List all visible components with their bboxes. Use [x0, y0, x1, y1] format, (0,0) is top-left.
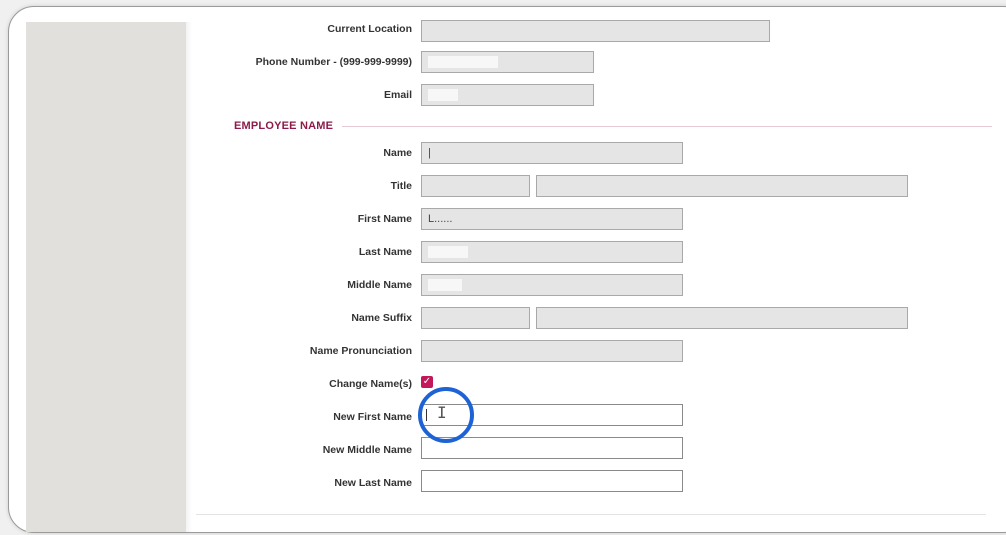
redacted-value	[428, 56, 498, 69]
checkmark-icon: ✓	[422, 376, 432, 387]
middle-name-field[interactable]	[421, 274, 683, 296]
section-title: EMPLOYEE NAME	[234, 120, 334, 132]
name-suffix-code-field[interactable]	[421, 307, 530, 329]
click-highlight-circle	[418, 387, 474, 443]
current-location-field[interactable]	[421, 20, 770, 42]
new-last-name-label: New Last Name	[334, 477, 412, 489]
name-label: Name	[383, 147, 412, 159]
new-last-name-input[interactable]	[421, 470, 683, 492]
title-description-field[interactable]	[536, 175, 908, 197]
change-names-checkbox[interactable]: ✓	[421, 376, 433, 388]
bottom-divider	[196, 514, 986, 515]
employee-form: Current Location Phone Number - (999-999…	[0, 0, 1006, 535]
title-label: Title	[390, 180, 412, 192]
current-location-label: Current Location	[327, 23, 412, 35]
new-first-name-label: New First Name	[333, 411, 412, 423]
redacted-value	[428, 246, 468, 259]
name-suffix-description-field[interactable]	[536, 307, 908, 329]
change-names-label: Change Name(s)	[329, 378, 412, 390]
phone-number-field[interactable]	[421, 51, 594, 73]
first-name-label: First Name	[357, 213, 412, 225]
name-suffix-label: Name Suffix	[351, 312, 412, 324]
new-middle-name-input[interactable]	[421, 437, 683, 459]
new-middle-name-label: New Middle Name	[322, 444, 412, 456]
last-name-label: Last Name	[358, 246, 412, 258]
redacted-value	[428, 279, 462, 292]
email-field[interactable]	[421, 84, 594, 106]
email-label: Email	[383, 89, 412, 101]
redacted-value	[428, 89, 458, 102]
name-pronunciation-field[interactable]	[421, 340, 683, 362]
name-field[interactable]: |	[421, 142, 683, 164]
name-pronunciation-label: Name Pronunciation	[309, 345, 412, 357]
last-name-field[interactable]	[421, 241, 683, 263]
first-name-field[interactable]: L......	[421, 208, 683, 230]
middle-name-label: Middle Name	[347, 279, 412, 291]
section-divider	[342, 126, 992, 127]
title-code-field[interactable]	[421, 175, 530, 197]
phone-number-label: Phone Number - (999-999-9999)	[255, 56, 412, 68]
